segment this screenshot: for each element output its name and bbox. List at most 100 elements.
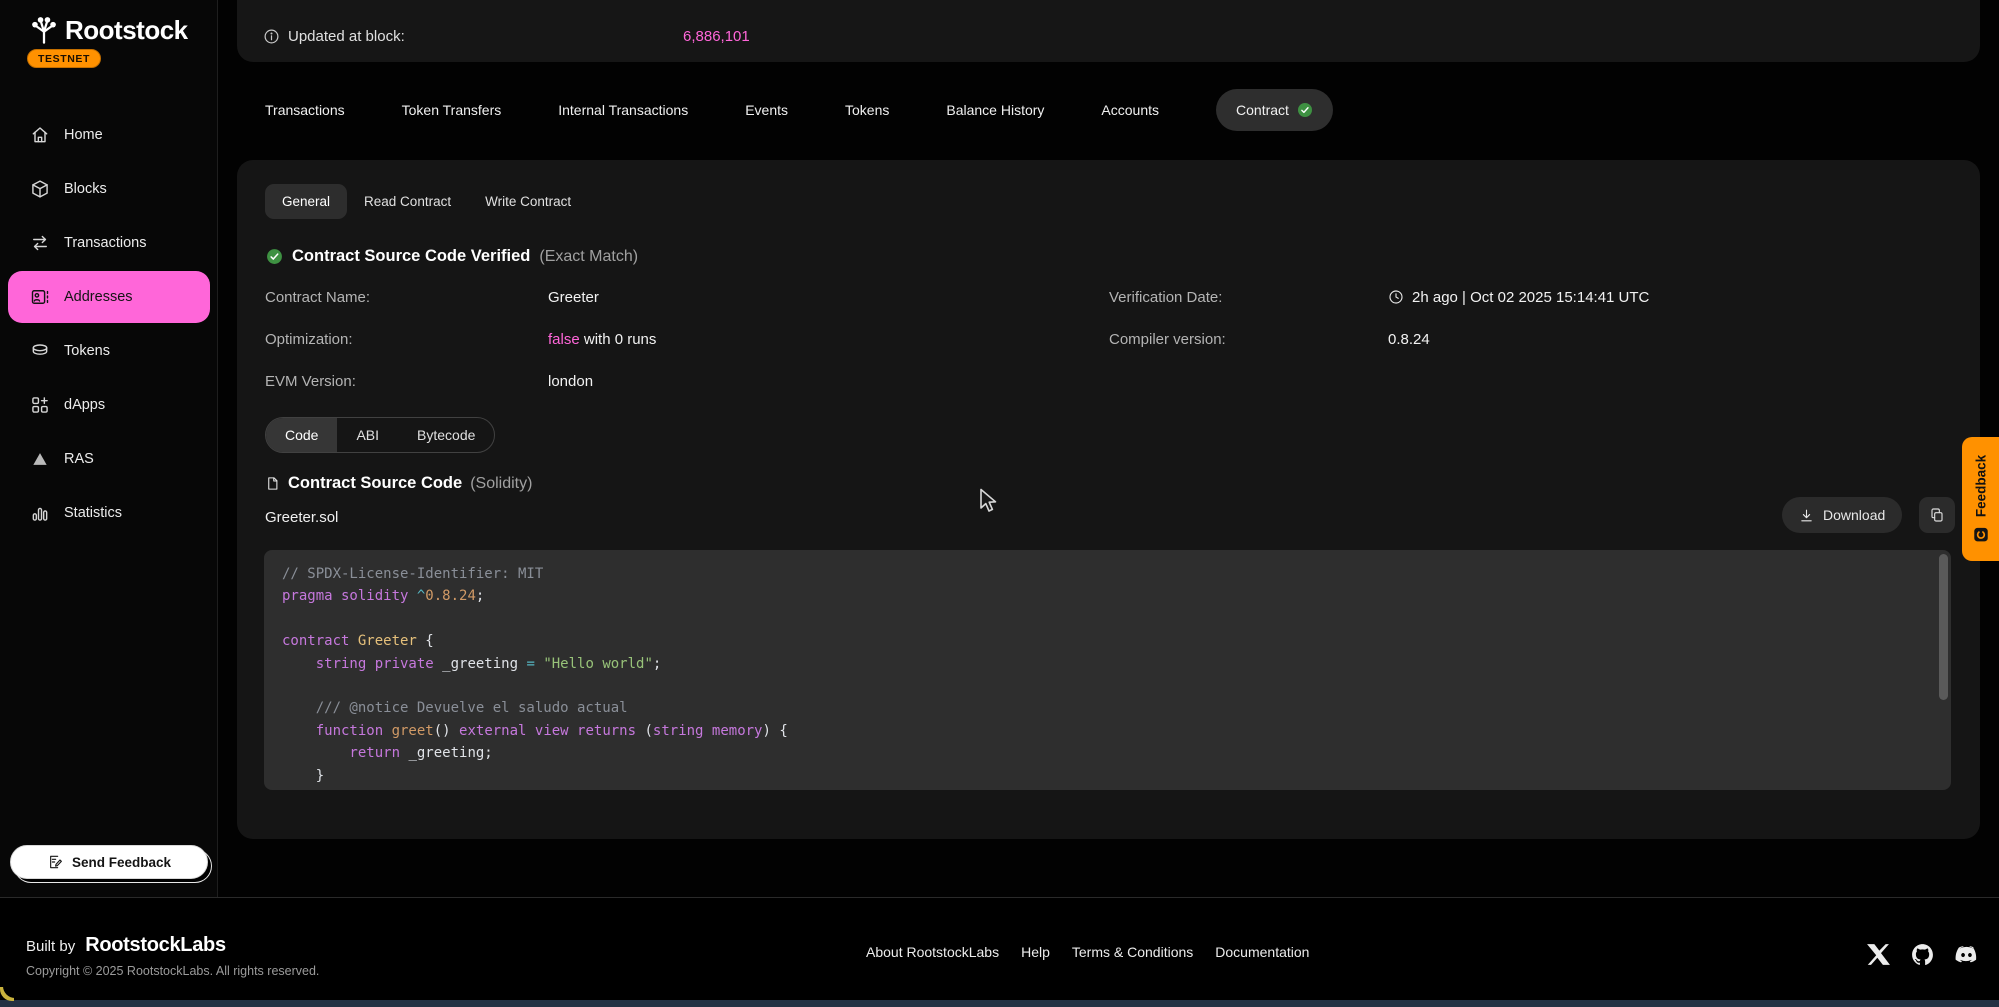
contract-details-right: Verification Date:2h ago | Oct 02 2025 1… bbox=[1109, 276, 1649, 360]
rootstocklabs-wordmark[interactable]: RootstockLabs bbox=[85, 934, 226, 957]
copy-icon bbox=[1929, 507, 1945, 523]
copy-code-button[interactable] bbox=[1919, 497, 1955, 533]
feedback-chat-icon bbox=[1972, 526, 1989, 543]
page: Rootstock TESTNET HomeBlocksTransactions… bbox=[0, 0, 1999, 1007]
home-icon bbox=[30, 125, 50, 145]
source-code-viewer: // SPDX-License-Identifier: MITpragma so… bbox=[264, 550, 1951, 790]
updated-block-card: Updated at block: 6,886,101 bbox=[237, 0, 1980, 62]
source-code-heading: Contract Source Code (Solidity) bbox=[265, 474, 532, 493]
apps-grid-icon bbox=[30, 395, 50, 415]
tab-events[interactable]: Events bbox=[745, 102, 788, 118]
address-tabs: Transactions Token Transfers Internal Tran… bbox=[265, 89, 1333, 131]
subtab-general[interactable]: General bbox=[265, 184, 347, 219]
brand-name: Rootstock bbox=[65, 15, 188, 46]
segment-abi[interactable]: ABI bbox=[337, 418, 398, 452]
tab-accounts[interactable]: Accounts bbox=[1101, 102, 1159, 118]
contract-details-left: Contract Name:GreeterOptimization:false … bbox=[265, 276, 656, 402]
sidebar-item-addresses[interactable]: Addresses bbox=[8, 271, 210, 323]
download-icon bbox=[1799, 508, 1814, 523]
detail-contract-name: Contract Name:Greeter bbox=[265, 276, 656, 318]
desktop-strip bbox=[0, 1000, 1999, 1007]
feedback-tab-label: Feedback bbox=[1973, 455, 1988, 517]
footer-link-about-rootstocklabs[interactable]: About RootstockLabs bbox=[866, 944, 999, 960]
send-feedback-label: Send Feedback bbox=[72, 855, 171, 870]
x-logo-icon[interactable] bbox=[1866, 942, 1891, 967]
code-line: return _greeting; bbox=[282, 742, 1933, 764]
testnet-badge: TESTNET bbox=[27, 49, 101, 68]
footer-link-help[interactable]: Help bbox=[1021, 944, 1050, 960]
subtab-write-contract[interactable]: Write Contract bbox=[468, 184, 588, 219]
code-line: function greet() external view returns (… bbox=[282, 720, 1933, 742]
code-line: // SPDX-License-Identifier: MIT bbox=[282, 563, 1933, 585]
segment-code[interactable]: Code bbox=[266, 418, 337, 452]
cube-icon bbox=[30, 179, 50, 199]
footer-link-documentation[interactable]: Documentation bbox=[1215, 944, 1309, 960]
download-button[interactable]: Download bbox=[1782, 497, 1902, 533]
source-code-language: (Solidity) bbox=[470, 475, 532, 493]
triangle-icon bbox=[30, 449, 50, 469]
tab-contract[interactable]: Contract bbox=[1216, 89, 1333, 131]
code-line bbox=[282, 675, 1933, 697]
sidebar-item-transactions[interactable]: Transactions bbox=[0, 216, 218, 270]
footer: Built by RootstockLabs Copyright © 2025 … bbox=[0, 897, 1999, 1000]
code-line bbox=[282, 608, 1933, 630]
footer-social bbox=[1866, 942, 1979, 967]
download-label: Download bbox=[1823, 507, 1885, 523]
rootstock-logo-icon bbox=[28, 14, 60, 46]
check-circle-icon bbox=[266, 248, 283, 265]
verified-note: (Exact Match) bbox=[539, 248, 638, 266]
detail-optimization: Optimization:false with 0 runs bbox=[265, 318, 656, 360]
updated-at-block-label: Updated at block: bbox=[288, 28, 405, 45]
detail-evm-version: EVM Version:london bbox=[265, 360, 656, 402]
verified-heading: Contract Source Code Verified (Exact Mat… bbox=[266, 247, 638, 266]
block-number-link[interactable]: 6,886,101 bbox=[683, 28, 750, 45]
source-code-title: Contract Source Code bbox=[288, 474, 462, 493]
brand-logo[interactable]: Rootstock bbox=[28, 14, 188, 46]
code-line: contract Greeter { bbox=[282, 630, 1933, 652]
github-icon[interactable] bbox=[1910, 942, 1935, 967]
code-scrollbar-thumb[interactable] bbox=[1939, 554, 1948, 700]
code-line: /// @notice Devuelve el saludo actual bbox=[282, 697, 1933, 719]
tab-balance-history[interactable]: Balance History bbox=[946, 102, 1044, 118]
contract-subtabs: GeneralRead ContractWrite Contract bbox=[265, 184, 588, 219]
sidebar-item-blocks[interactable]: Blocks bbox=[0, 162, 218, 216]
tab-tokens[interactable]: Tokens bbox=[845, 102, 889, 118]
clock-icon bbox=[1388, 289, 1404, 305]
subtab-read-contract[interactable]: Read Contract bbox=[347, 184, 468, 219]
bar-chart-icon bbox=[30, 503, 50, 523]
verified-title: Contract Source Code Verified bbox=[292, 247, 530, 266]
sidebar-item-statistics[interactable]: Statistics bbox=[0, 486, 218, 540]
tab-token-transfers[interactable]: Token Transfers bbox=[402, 102, 502, 118]
footer-links: About RootstockLabs Help Terms & Condition… bbox=[866, 944, 1309, 960]
feedback-side-tab[interactable]: Feedback bbox=[1962, 437, 1999, 561]
swap-arrows-icon bbox=[30, 233, 50, 253]
built-by-label: Built by bbox=[26, 938, 75, 955]
sidebar: Rootstock TESTNET HomeBlocksTransactions… bbox=[0, 0, 218, 908]
tab-transactions[interactable]: Transactions bbox=[265, 102, 345, 118]
sidebar-item-ras[interactable]: RAS bbox=[0, 432, 218, 486]
send-feedback-button[interactable]: Send Feedback bbox=[10, 845, 208, 879]
document-icon bbox=[265, 475, 280, 492]
source-filename: Greeter.sol bbox=[265, 509, 338, 526]
sidebar-nav: HomeBlocksTransactionsAddressesTokensdAp… bbox=[0, 108, 218, 540]
code-line: string private _greeting = "Hello world"… bbox=[282, 653, 1933, 675]
contract-panel: GeneralRead ContractWrite Contract Contr… bbox=[237, 160, 1980, 839]
tab-internal-transactions[interactable]: Internal Transactions bbox=[558, 102, 688, 118]
discord-icon[interactable] bbox=[1954, 942, 1979, 967]
edit-note-icon bbox=[47, 854, 63, 870]
code-line: pragma solidity ^0.8.24; bbox=[282, 585, 1933, 607]
code-abi-bytecode-toggle: CodeABIBytecode bbox=[265, 417, 495, 453]
detail-verification-date: Verification Date:2h ago | Oct 02 2025 1… bbox=[1109, 276, 1649, 318]
sidebar-item-tokens[interactable]: Tokens bbox=[0, 324, 218, 378]
sidebar-item-dapps[interactable]: dApps bbox=[0, 378, 218, 432]
contact-card-icon bbox=[30, 287, 50, 307]
coin-icon bbox=[30, 341, 50, 361]
footer-link-terms-conditions[interactable]: Terms & Conditions bbox=[1072, 944, 1193, 960]
code-line: } bbox=[282, 765, 1933, 787]
info-icon bbox=[263, 28, 280, 45]
segment-bytecode[interactable]: Bytecode bbox=[398, 418, 494, 452]
copyright-text: Copyright © 2025 RootstockLabs. All righ… bbox=[26, 964, 319, 978]
detail-compiler-version: Compiler version:0.8.24 bbox=[1109, 318, 1649, 360]
sidebar-item-home[interactable]: Home bbox=[0, 108, 218, 162]
source-code-text: // SPDX-License-Identifier: MITpragma so… bbox=[264, 550, 1951, 790]
